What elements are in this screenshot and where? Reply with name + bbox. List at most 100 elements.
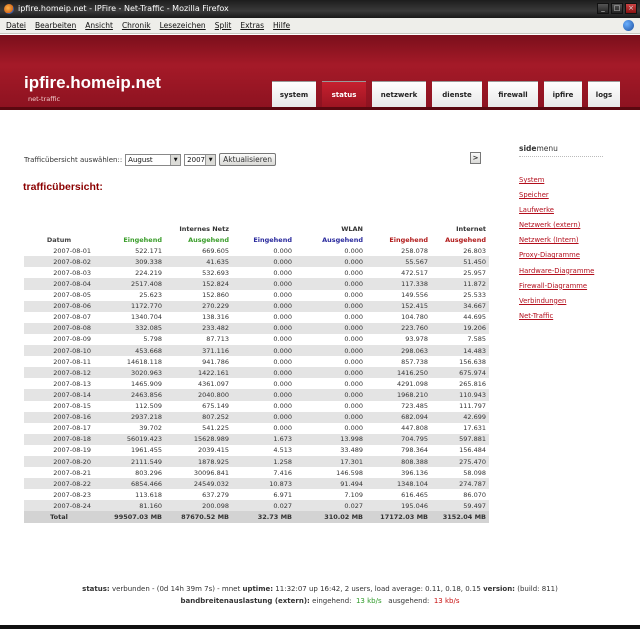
minimize-icon[interactable]: _ bbox=[597, 3, 609, 14]
menu-bearbeiten[interactable]: Bearbeiten bbox=[35, 21, 76, 30]
cell-inet-in: 798.364 bbox=[366, 444, 431, 456]
side-menu-title: sidemenu bbox=[519, 144, 603, 157]
cell-netz-in: 1961.455 bbox=[94, 444, 165, 456]
sidemenu-item-verbindungen[interactable]: Verbindungen bbox=[519, 296, 623, 311]
site-title[interactable]: ipfire.homeip.net bbox=[24, 73, 161, 93]
table-row: 2007-08-05 25.623 152.860 0.000 0.000 149.556… bbox=[24, 289, 489, 301]
cell-inet-out: 14.483 bbox=[431, 345, 489, 357]
tab-system[interactable]: system bbox=[272, 81, 316, 107]
tab-status[interactable]: status bbox=[322, 81, 366, 107]
tab-ipfire[interactable]: ipfire bbox=[544, 81, 582, 107]
cell-wlan-in: 0.027 bbox=[232, 500, 295, 512]
cell-netz-in: 522.171 bbox=[94, 245, 165, 257]
cell-wlan-out: 0.000 bbox=[295, 311, 366, 323]
cell-inet-in: 104.780 bbox=[366, 311, 431, 323]
cell-wlan-in: 4.513 bbox=[232, 444, 295, 456]
month-select[interactable]: August ▼ bbox=[125, 153, 182, 166]
cell-datum: 2007-08-24 bbox=[24, 500, 94, 512]
sidemenu-item-proxy[interactable]: Proxy-Diagramme bbox=[519, 250, 623, 265]
cell-inet-in: 149.556 bbox=[366, 289, 431, 301]
cell-inet-in: 1348.104 bbox=[366, 478, 431, 490]
section-title: trafficübersicht: bbox=[23, 181, 103, 193]
sidemenu-item-netzwerk-extern[interactable]: Netzwerk (extern) bbox=[519, 220, 623, 235]
year-select[interactable]: 2007 ▼ bbox=[184, 153, 217, 166]
cell-inet-in: 55.567 bbox=[366, 256, 431, 268]
cell-inet-out: 156.484 bbox=[431, 444, 489, 456]
table-row: 2007-08-23 113.618 637.279 6.971 7.109 616.46… bbox=[24, 489, 489, 501]
cell-datum: 2007-08-21 bbox=[24, 467, 94, 479]
tab-netzwerk[interactable]: netzwerk bbox=[372, 81, 426, 107]
total-value: 310.02 MB bbox=[295, 511, 366, 523]
cell-netz-out: 1878.925 bbox=[165, 455, 232, 468]
tab-dienste[interactable]: dienste bbox=[432, 81, 482, 107]
cell-wlan-in: 0.000 bbox=[232, 245, 295, 257]
cell-wlan-out: 0.000 bbox=[295, 345, 366, 357]
cell-netz-out: 1422.161 bbox=[165, 367, 232, 379]
cell-inet-out: 26.803 bbox=[431, 245, 489, 257]
sidemenu-item-hardware[interactable]: Hardware-Diagramme bbox=[519, 266, 623, 281]
cell-datum: 2007-08-10 bbox=[24, 345, 94, 357]
cell-netz-in: 803.296 bbox=[94, 467, 165, 479]
next-month-button[interactable]: > bbox=[470, 152, 481, 164]
cell-wlan-in: 1.673 bbox=[232, 433, 295, 445]
cell-wlan-in: 0.000 bbox=[232, 289, 295, 301]
cell-netz-in: 453.668 bbox=[94, 345, 165, 357]
total-value: 17172.03 MB bbox=[366, 511, 431, 523]
cell-wlan-out: 13.998 bbox=[295, 433, 366, 445]
window-titlebar: ipfire.homeip.net - IPFire - Net-Traffic… bbox=[0, 0, 640, 18]
select-label: Trafficübersicht auswählen:: bbox=[24, 155, 123, 164]
cell-datum: 2007-08-06 bbox=[24, 300, 94, 312]
bandwidth-out-label: ausgehend: bbox=[388, 597, 430, 605]
cell-wlan-in: 0.000 bbox=[232, 389, 295, 401]
sidemenu-item-laufwerke[interactable]: Laufwerke bbox=[519, 205, 623, 220]
table-row: 2007-08-24 81.160 200.098 0.027 0.027 195.046… bbox=[24, 500, 489, 512]
table-row: 2007-08-20 2111.549 1878.925 1.258 17.301 808… bbox=[24, 455, 489, 468]
menu-extras[interactable]: Extras bbox=[240, 21, 264, 30]
menu-lesezeichen[interactable]: Lesezeichen bbox=[160, 21, 206, 30]
window-controls: _ □ × bbox=[597, 3, 637, 14]
cell-netz-out: 675.149 bbox=[165, 400, 232, 412]
menu-hilfe[interactable]: Hilfe bbox=[273, 21, 290, 30]
update-button[interactable]: Aktualisieren bbox=[219, 153, 276, 166]
group-spacer bbox=[24, 223, 94, 234]
sidemenu-item-net-traffic[interactable]: Net-Traffic bbox=[519, 311, 623, 326]
menu-datei[interactable]: Datei bbox=[6, 21, 26, 30]
main-content: Trafficübersicht auswählen:: August ▼ 20… bbox=[0, 110, 640, 629]
cell-inet-in: 223.760 bbox=[366, 322, 431, 334]
sidemenu-item-speicher[interactable]: Speicher bbox=[519, 190, 623, 205]
cell-wlan-out: 0.000 bbox=[295, 367, 366, 379]
tab-logs[interactable]: logs bbox=[588, 81, 620, 107]
cell-inet-out: 51.450 bbox=[431, 256, 489, 268]
cell-inet-in: 1968.210 bbox=[366, 389, 431, 401]
cell-netz-out: 532.693 bbox=[165, 267, 232, 279]
status-line: status: verbunden - (0d 14h 39m 7s) - mn… bbox=[0, 585, 640, 593]
globe-icon bbox=[623, 20, 634, 31]
maximize-icon[interactable]: □ bbox=[611, 3, 623, 14]
close-icon[interactable]: × bbox=[625, 3, 637, 14]
tab-firewall[interactable]: firewall bbox=[488, 81, 538, 107]
menu-chronik[interactable]: Chronik bbox=[122, 21, 151, 30]
cell-wlan-out: 146.598 bbox=[295, 467, 366, 479]
cell-datum: 2007-08-13 bbox=[24, 378, 94, 390]
sidemenu-item-system[interactable]: System bbox=[519, 175, 623, 190]
cell-wlan-out: 17.301 bbox=[295, 455, 366, 468]
total-label: Total bbox=[24, 511, 94, 523]
cell-datum: 2007-08-11 bbox=[24, 356, 94, 368]
menu-ansicht[interactable]: Ansicht bbox=[85, 21, 113, 30]
table-row: 2007-08-13 1465.909 4361.097 0.000 0.000 4291… bbox=[24, 378, 489, 390]
cell-wlan-in: 0.000 bbox=[232, 422, 295, 434]
cell-inet-out: 156.638 bbox=[431, 356, 489, 368]
menu-split[interactable]: Split bbox=[215, 21, 232, 30]
cell-netz-in: 113.618 bbox=[94, 489, 165, 501]
cell-datum: 2007-08-09 bbox=[24, 333, 94, 346]
cell-netz-in: 2463.856 bbox=[94, 389, 165, 401]
bandwidth-label: bandbreitenauslastung (extern): bbox=[180, 597, 310, 605]
sidemenu-item-netzwerk-intern[interactable]: Netzwerk (Intern) bbox=[519, 235, 623, 250]
group-internes-netz: Internes Netz bbox=[179, 224, 229, 233]
cell-netz-out: 2039.415 bbox=[165, 444, 232, 456]
cell-netz-in: 112.509 bbox=[94, 400, 165, 412]
cell-netz-out: 941.786 bbox=[165, 356, 232, 368]
sidemenu-item-firewall[interactable]: Firewall-Diagramme bbox=[519, 281, 623, 296]
cell-wlan-in: 0.000 bbox=[232, 378, 295, 390]
cell-datum: 2007-08-12 bbox=[24, 367, 94, 379]
